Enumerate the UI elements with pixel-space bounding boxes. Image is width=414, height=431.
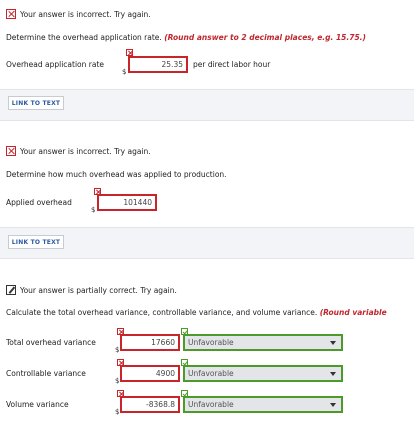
currency-symbol: $ — [115, 377, 120, 385]
question-prompt: Calculate the total overhead variance, c… — [6, 308, 318, 317]
question-prompt: Determine how much overhead was applied … — [6, 170, 227, 179]
select-value: Unfavorable — [188, 400, 234, 409]
field-label: Overhead application rate — [6, 60, 105, 69]
currency-symbol: $ — [115, 346, 120, 354]
status-row: Your answer is partially correct. Try ag… — [6, 285, 177, 295]
select-value: Unfavorable — [188, 338, 234, 347]
question-prompt: Determine the overhead application rate. — [6, 33, 162, 42]
question-section-2: Your answer is incorrect. Try again. Det… — [0, 128, 414, 228]
currency-symbol: $ — [122, 68, 127, 76]
status-row: Your answer is incorrect. Try again. — [6, 9, 151, 19]
link-bar-1: LINK TO TEXT — [0, 90, 414, 120]
applied-overhead-input[interactable]: 101440 — [97, 194, 157, 211]
chevron-down-icon — [330, 403, 336, 407]
divider — [0, 120, 414, 121]
rounding-hint: (Round answer to 2 decimal places, e.g. … — [164, 33, 366, 42]
currency-symbol: $ — [115, 408, 120, 416]
divider — [0, 227, 414, 228]
status-text: Your answer is incorrect. Try again. — [20, 9, 151, 19]
rounding-hint: (Round variable — [319, 308, 387, 317]
unit-label: per direct labor hour — [193, 60, 271, 69]
status-row: Your answer is incorrect. Try again. — [6, 146, 151, 156]
question-text: Calculate the total overhead variance, c… — [6, 308, 387, 317]
status-text: Your answer is incorrect. Try again. — [20, 146, 151, 156]
question-text: Determine the overhead application rate.… — [6, 33, 366, 42]
chevron-down-icon — [330, 372, 336, 376]
overhead-rate-input[interactable]: 25.35 — [128, 56, 188, 73]
currency-symbol: $ — [91, 206, 96, 214]
divider — [0, 258, 414, 259]
divider — [0, 89, 414, 90]
question-text: Determine how much overhead was applied … — [6, 170, 227, 179]
total-overhead-variance-input[interactable]: 17660 — [120, 334, 180, 351]
controllable-variance-input[interactable]: 4900 — [120, 365, 180, 382]
x-mark-icon — [6, 9, 16, 19]
x-mark-icon — [6, 146, 16, 156]
x-mark-icon — [126, 49, 133, 56]
field-label: Total overhead variance — [6, 338, 96, 347]
link-bar-2: LINK TO TEXT — [0, 228, 414, 258]
link-to-text-button[interactable]: LINK TO TEXT — [8, 235, 64, 249]
question-section-3: Your answer is partially correct. Try ag… — [0, 266, 414, 431]
link-to-text-button[interactable]: LINK TO TEXT — [8, 96, 64, 110]
field-label: Applied overhead — [6, 198, 72, 207]
total-variance-type-select[interactable]: Unfavorable — [183, 334, 343, 351]
status-text: Your answer is partially correct. Try ag… — [20, 285, 177, 295]
controllable-variance-type-select[interactable]: Unfavorable — [183, 365, 343, 382]
pencil-icon — [6, 285, 16, 295]
field-label: Volume variance — [6, 400, 69, 409]
select-value: Unfavorable — [188, 369, 234, 378]
field-label: Controllable variance — [6, 369, 86, 378]
volume-variance-type-select[interactable]: Unfavorable — [183, 396, 343, 413]
volume-variance-input[interactable]: -8368.8 — [120, 396, 180, 413]
chevron-down-icon — [330, 341, 336, 345]
